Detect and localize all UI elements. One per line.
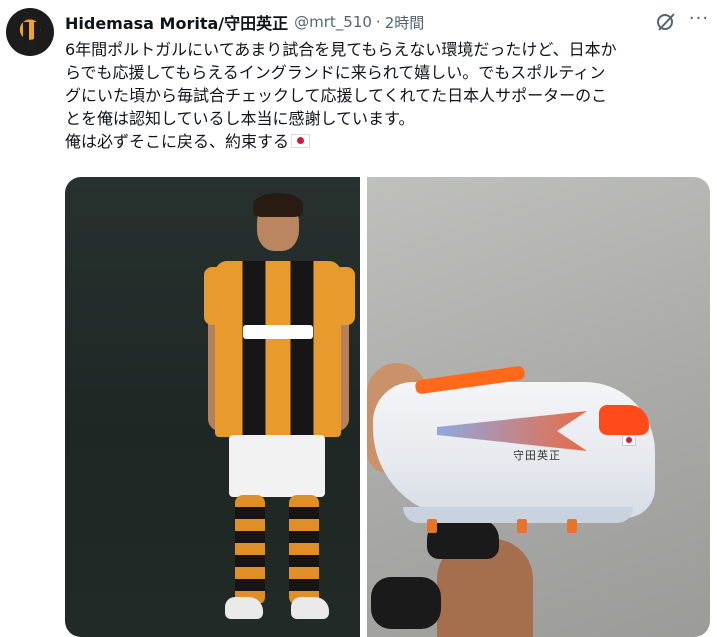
sock (235, 495, 265, 605)
sandal (371, 577, 441, 629)
avatar-stripe (34, 22, 40, 48)
tweet-text-line: らでも応援してもらえるイングランドに来られて嬉しい。でもスポルティン (65, 63, 606, 82)
tweet-text-last-line: 俺は必ずそこに戻る、約束する (65, 130, 713, 153)
sock (289, 495, 319, 605)
tweet-media: 守田英正 (65, 177, 710, 637)
boot-stud (517, 519, 527, 533)
japan-flag-icon (291, 134, 311, 148)
avatar-stripe (23, 22, 29, 48)
tweet-text-line: とを俺は認知しているし本当に感謝しています。 (65, 109, 415, 128)
player-hair (253, 193, 303, 217)
boot-stud (567, 519, 577, 533)
player-photo[interactable] (65, 177, 360, 637)
boot (291, 597, 329, 619)
time-separator: · (375, 13, 381, 31)
author-name[interactable]: Hidemasa Morita/守田英正 (65, 10, 288, 34)
boot-stud (427, 519, 437, 533)
tweet-time[interactable]: 2時間 (385, 12, 425, 33)
boot-embroidered-name: 守田英正 (513, 449, 561, 462)
tweet-text-line: グにいた頃から毎試合チェックして応援してくれてた日本人サポーターのこ (65, 86, 608, 105)
japan-flag-icon (622, 435, 636, 446)
sandal (427, 519, 499, 559)
jersey (215, 261, 341, 437)
tweet-text-line: 俺は必ずそこに戻る、約束する (65, 132, 290, 151)
shorts (229, 435, 325, 497)
boot (225, 597, 263, 619)
more-icon[interactable]: ··· (687, 9, 711, 33)
grok-icon[interactable] (655, 11, 677, 33)
tweet-text-line: 6年間ポルトガルにいてあまり試合を見てもらえない環境だったけど、日本か (65, 40, 617, 59)
boot-heel (599, 405, 649, 435)
avatar[interactable] (6, 8, 54, 56)
tweet-text: 6年間ポルトガルにいてあまり試合を見てもらえない環境だったけど、日本か らでも応… (65, 38, 713, 153)
author-handle[interactable]: @mrt_510 (294, 13, 372, 31)
tweet-header: Hidemasa Morita/守田英正 @mrt_510 · 2時間 (65, 11, 424, 33)
jersey-sponsor (243, 325, 313, 339)
boot-photo[interactable]: 守田英正 (367, 177, 710, 637)
